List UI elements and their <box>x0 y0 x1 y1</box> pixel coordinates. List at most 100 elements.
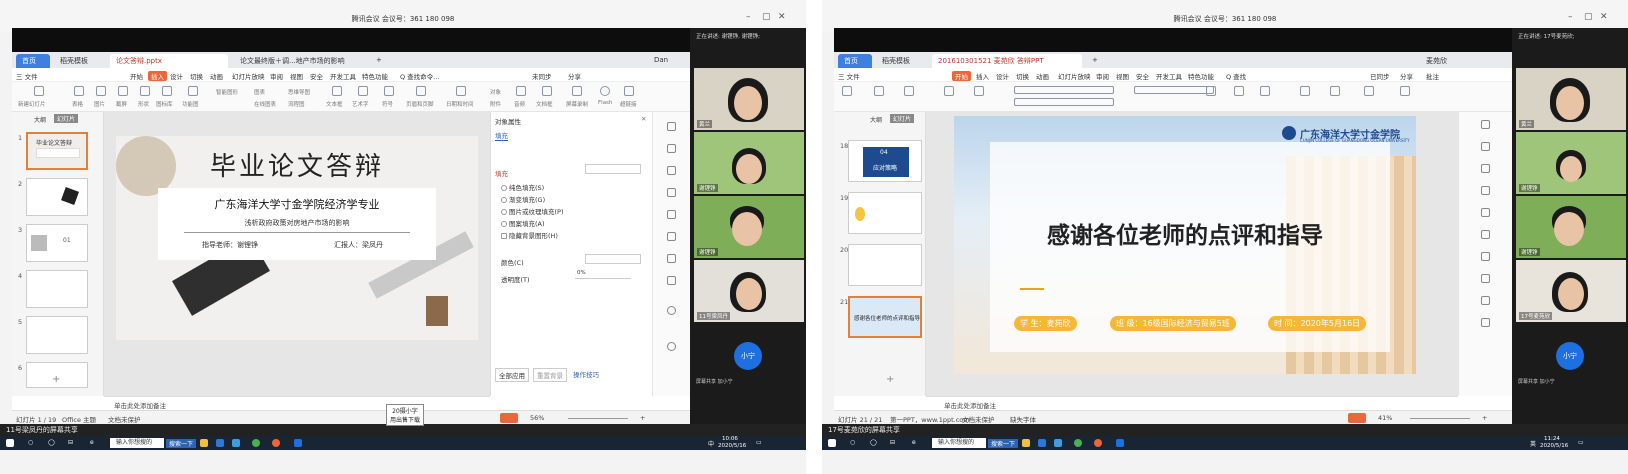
sidebar-icon[interactable] <box>667 232 676 241</box>
hyperlink-icon[interactable] <box>624 86 634 96</box>
menu-devtools[interactable]: 开发工具 <box>330 71 356 81</box>
doc-assist-icon[interactable] <box>1300 86 1310 96</box>
tab-templates[interactable]: 稻壳模板 <box>54 54 106 68</box>
sidebar-icon[interactable] <box>667 188 676 197</box>
slide-thumb-18[interactable]: 04 应对策略 <box>848 140 922 182</box>
wordart-icon[interactable] <box>358 86 368 96</box>
menu-design[interactable]: 设计 <box>996 71 1009 81</box>
add-slide-icon[interactable]: + <box>52 374 60 385</box>
edge-icon[interactable]: e <box>90 439 94 446</box>
folder-icon[interactable] <box>200 439 208 447</box>
mail-icon[interactable] <box>1054 439 1062 447</box>
zoom-slider[interactable] <box>1410 418 1470 419</box>
new-slide-icon[interactable] <box>944 86 954 96</box>
sidebar-icon[interactable] <box>1481 142 1490 151</box>
flash-icon[interactable] <box>600 86 610 96</box>
tab-current-file[interactable]: 201610301521 麦苑欣 答辩PPT <box>932 54 1082 68</box>
cortana-icon[interactable]: ◯ <box>870 439 877 446</box>
slide-thumb-21[interactable]: 感谢各位老师的点评和指导 <box>848 296 922 338</box>
wps-icon[interactable] <box>272 439 280 447</box>
tab-outline[interactable]: 大纲 <box>34 115 46 124</box>
sidebar-icon[interactable] <box>667 122 676 131</box>
apply-all-button[interactable]: 全部应用 <box>495 368 529 382</box>
slide-thumb-2[interactable] <box>26 178 88 216</box>
zoom-in-icon[interactable]: + <box>640 414 645 422</box>
slide-thumb-5[interactable] <box>26 316 88 354</box>
screenshot-icon[interactable] <box>118 86 128 96</box>
sync-status[interactable]: 已同步 <box>1370 71 1390 81</box>
arrange-icon[interactable] <box>1260 86 1270 96</box>
ribbon-label[interactable]: 图表 <box>254 88 265 96</box>
video-tile[interactable]: 谢锂铮 <box>694 196 804 258</box>
menu-security[interactable]: 安全 <box>310 71 323 81</box>
current-slide[interactable]: 毕业论文答辩 广东海洋大学寸金学院经济学专业 浅析政府政策对房地产市场的影响 指… <box>116 136 478 340</box>
share-button[interactable]: 分享 <box>568 71 581 81</box>
font-box[interactable] <box>1014 86 1114 94</box>
menu-view[interactable]: 视图 <box>1116 71 1129 81</box>
video-tile[interactable]: 谢锂铮 <box>694 132 804 194</box>
store-icon[interactable] <box>216 439 224 447</box>
option-gradient[interactable]: 渐变填充(G) <box>501 194 545 204</box>
windows-start-icon[interactable] <box>828 439 836 447</box>
select-icon[interactable] <box>1364 86 1374 96</box>
document-frame-icon[interactable] <box>542 86 552 96</box>
search-icon[interactable]: ○ <box>850 439 855 446</box>
user-badge[interactable]: Dan <box>648 54 688 68</box>
search-icon[interactable]: ○ <box>28 439 33 446</box>
sidebar-icon[interactable] <box>1481 230 1490 239</box>
current-slide[interactable]: 广东海洋大学寸金学院 CUNJIN COLLEGE OF GUANGDONG O… <box>954 116 1416 374</box>
task-view-icon[interactable]: ⊟ <box>890 439 895 446</box>
sidebar-icon[interactable] <box>1481 296 1490 305</box>
restore-icon[interactable]: ▢ <box>1584 12 1593 22</box>
sidebar-icon[interactable] <box>667 276 676 285</box>
taskbar-search-button[interactable]: 搜索一下 <box>166 439 197 448</box>
clock-time[interactable]: 10:06 <box>722 436 738 442</box>
slide-thumb-4[interactable] <box>26 270 88 308</box>
menu-search[interactable]: Q 查找命令... <box>400 71 439 81</box>
minimize-icon[interactable]: – <box>1568 12 1573 22</box>
taskbar-search-button[interactable]: 搜索一下 <box>988 439 1019 448</box>
format-painter-icon[interactable] <box>874 86 884 96</box>
select-pane-icon[interactable] <box>1400 86 1410 96</box>
menu-devtools[interactable]: 开发工具 <box>1156 71 1182 81</box>
menu-home[interactable]: 开始 <box>952 71 971 81</box>
menu-search[interactable]: Q 查找 <box>1226 71 1246 81</box>
missing-fonts[interactable]: 缺失字体 <box>1010 414 1036 424</box>
add-slide-icon[interactable]: + <box>886 374 894 385</box>
tencent-meeting-icon[interactable] <box>1116 439 1124 447</box>
menu-home[interactable]: 开始 <box>130 71 143 81</box>
menu-design[interactable]: 设计 <box>170 71 183 81</box>
avatar[interactable]: 小宁 <box>734 342 762 370</box>
taskbar-search-input[interactable]: 输入你想搜的 <box>932 438 986 448</box>
table-icon[interactable] <box>74 86 84 96</box>
zoom-level[interactable]: 41% <box>1378 414 1392 422</box>
sidebar-icon[interactable] <box>667 306 676 315</box>
user-badge[interactable]: 麦苑欣 <box>1420 54 1464 68</box>
sidebar-icon[interactable] <box>1481 274 1490 283</box>
taskbar-search-input[interactable]: 输入你想搜的 <box>110 438 164 448</box>
menu-review[interactable]: 审阅 <box>270 71 283 81</box>
screen-record-icon[interactable] <box>572 86 582 96</box>
paragraph-row[interactable] <box>1134 86 1214 94</box>
ribbon-label[interactable]: 对象 <box>490 88 501 96</box>
folder-icon[interactable] <box>1022 439 1030 447</box>
menu-animation[interactable]: 动画 <box>1036 71 1049 81</box>
shape-icon[interactable] <box>140 86 150 96</box>
video-tile[interactable]: 黄兰 <box>1516 68 1626 130</box>
find-replace-icon[interactable] <box>1330 86 1340 96</box>
menu-animation[interactable]: 动画 <box>210 71 223 81</box>
slide-thumb-3[interactable]: 01 <box>26 224 88 262</box>
new-tab-icon[interactable]: + <box>1086 54 1098 68</box>
menu-features[interactable]: 特色功能 <box>362 71 388 81</box>
tab-templates[interactable]: 稻壳模板 <box>876 54 928 68</box>
windows-start-icon[interactable] <box>6 439 14 447</box>
zoom-in-icon[interactable]: + <box>1482 414 1487 422</box>
wps-icon[interactable] <box>1094 439 1102 447</box>
zoom-level[interactable]: 56% <box>530 414 544 422</box>
tencent-meeting-icon[interactable] <box>294 439 302 447</box>
close-icon[interactable]: ✕ <box>778 12 786 22</box>
icon-library-icon[interactable] <box>162 86 172 96</box>
picture-icon[interactable] <box>96 86 106 96</box>
tab-other-file[interactable]: 论文最终版＋调...地产市场的影响 <box>234 54 366 68</box>
sidebar-icon[interactable] <box>1481 208 1490 217</box>
